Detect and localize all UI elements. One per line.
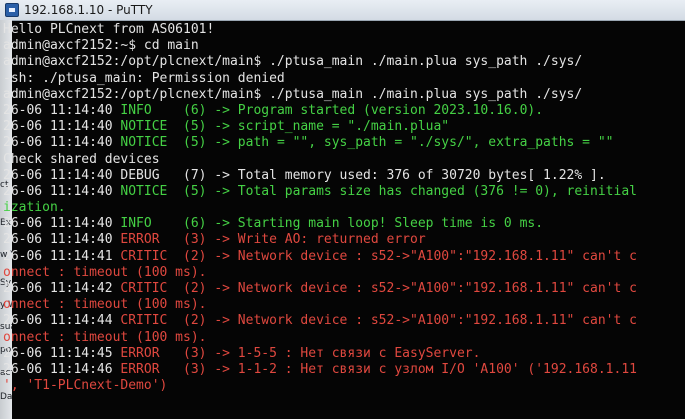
terminal-text-segment: 26-06 11:14:41: [3, 248, 121, 264]
terminal-text-segment: INFO (6) -> Program started (version 202…: [120, 102, 544, 118]
terminal-text-segment: onnect : timeout (100 ms).: [3, 264, 207, 280]
terminal-line: 26-06 11:14:40 DEBUG (7) -> Total memory…: [3, 168, 685, 184]
terminal-line: admin@axcf2152:~$ cd main: [3, 38, 685, 54]
window-title: 192.168.1.10 - PuTTY: [24, 3, 153, 17]
terminal-line: 26-06 11:14:44 CRITIC (2) -> Network dev…: [3, 313, 685, 329]
terminal-text-segment: 26-06 11:14:42: [3, 281, 121, 296]
terminal-text-segment: 26-06 11:14:44: [3, 313, 121, 329]
terminal-text-segment: 26-06 11:14:40: [3, 135, 121, 151]
terminal-text-segment: ', 'T1-PLCnext-Demo'): [3, 378, 168, 394]
terminal-text-segment: ERROR (3) -> 1-5-5 : Нет связи с EasySer…: [120, 345, 481, 361]
terminal-line: 26-06 11:14:42 CRITIC (2) -> Network dev…: [3, 281, 685, 297]
terminal-text-segment: ization.: [3, 200, 66, 216]
terminal-line: ', 'T1-PLCnext-Demo'): [3, 378, 685, 394]
terminal-line: 26-06 11:14:40 INFO (6) -> Program start…: [3, 103, 685, 119]
terminal-text-segment: admin@axcf2152:/opt/plcnext/main$ ./ptus…: [3, 54, 583, 70]
terminal-text-segment: Hello PLCnext from AS06101!: [3, 22, 215, 37]
terminal-line: admin@axcf2152:/opt/plcnext/main$ ./ptus…: [3, 87, 685, 103]
terminal-text-segment: CRITIC (2) -> Network device : s52->"A10…: [120, 313, 637, 329]
terminal-line: ization.: [3, 200, 685, 216]
putty-window: 192.168.1.10 - PuTTY ctExw YSyy Wsuaроас…: [0, 0, 685, 419]
terminal-line: onnect : timeout (100 ms).: [3, 297, 685, 313]
terminal-line: admin@axcf2152:/opt/plcnext/main$ ./ptus…: [3, 54, 685, 70]
terminal-text-segment: DEBUG (7) -> Total memory used: 376 of 3…: [120, 167, 606, 183]
terminal-line: 26-06 11:14:40 NOTICE (5) -> script_name…: [3, 119, 685, 135]
terminal-text-segment: NOTICE (5) -> path = "", sys_path = "./s…: [120, 135, 614, 151]
terminal-output[interactable]: Hello PLCnext from AS06101! admin@axcf215…: [3, 22, 685, 419]
terminal-text-segment: 26-06 11:14:40: [3, 102, 121, 118]
terminal-text-segment: 26-06 11:14:40: [3, 216, 121, 232]
terminal-text-segment: admin@axcf2152:~$ cd main: [3, 38, 199, 54]
terminal-line: onnect : timeout (100 ms).: [3, 265, 685, 281]
terminal-text-segment: ERROR (3) -> 1-1-2 : Нет связи с узлом I…: [120, 361, 637, 377]
terminal-text-segment: Check shared devices: [3, 151, 160, 167]
terminal-line: -sh: ./ptusa_main: Permission denied: [3, 71, 685, 87]
window-titlebar[interactable]: 192.168.1.10 - PuTTY: [0, 0, 685, 21]
terminal-text-segment: CRITIC (2) -> Network device : s52->"A10…: [120, 281, 637, 296]
terminal-text-segment: onnect : timeout (100 ms).: [3, 297, 207, 313]
terminal-line: 26-06 11:14:40 NOTICE (5) -> Total param…: [3, 184, 685, 200]
terminal-text-segment: NOTICE (5) -> Total params size has chan…: [120, 183, 637, 199]
terminal-text-segment: 26-06 11:14:46: [3, 361, 121, 377]
terminal-text-segment: 26-06 11:14:40: [3, 167, 121, 183]
terminal-text-segment: admin@axcf2152:/opt/plcnext/main$ ./ptus…: [3, 86, 583, 102]
terminal-text-segment: 26-06 11:14:40: [3, 232, 121, 248]
terminal-line: onnect : timeout (100 ms).: [3, 330, 685, 346]
terminal-line: 26-06 11:14:40 NOTICE (5) -> path = "", …: [3, 135, 685, 151]
terminal-text-segment: 26-06 11:14:40: [3, 183, 121, 199]
terminal-line: Hello PLCnext from AS06101!: [3, 22, 685, 38]
terminal-text-segment: onnect : timeout (100 ms).: [3, 329, 207, 345]
terminal-text-segment: CRITIC (2) -> Network device : s52->"A10…: [120, 248, 637, 264]
terminal-text-segment: -sh: ./ptusa_main: Permission denied: [3, 70, 285, 86]
terminal-text-segment: 26-06 11:14:40: [3, 119, 121, 135]
putty-app-icon: [5, 3, 19, 17]
terminal-line: 26-06 11:14:46 ERROR (3) -> 1-1-2 : Нет …: [3, 362, 685, 378]
terminal-line: 26-06 11:14:41 CRITIC (2) -> Network dev…: [3, 249, 685, 265]
terminal-line: 26-06 11:14:40 ERROR (3) -> Write AO: re…: [3, 232, 685, 248]
terminal-text-segment: 26-06 11:14:45: [3, 345, 121, 361]
terminal-text-segment: NOTICE (5) -> script_name = "./main.plua…: [120, 119, 450, 135]
terminal-text-segment: INFO (6) -> Starting main loop! Sleep ti…: [120, 216, 544, 232]
terminal-line: Check shared devices: [3, 152, 685, 168]
terminal-line: 26-06 11:14:40 INFO (6) -> Starting main…: [3, 216, 685, 232]
terminal-line: 26-06 11:14:45 ERROR (3) -> 1-5-5 : Нет …: [3, 346, 685, 362]
terminal-text-segment: ERROR (3) -> Write AO: returned error: [120, 232, 426, 248]
